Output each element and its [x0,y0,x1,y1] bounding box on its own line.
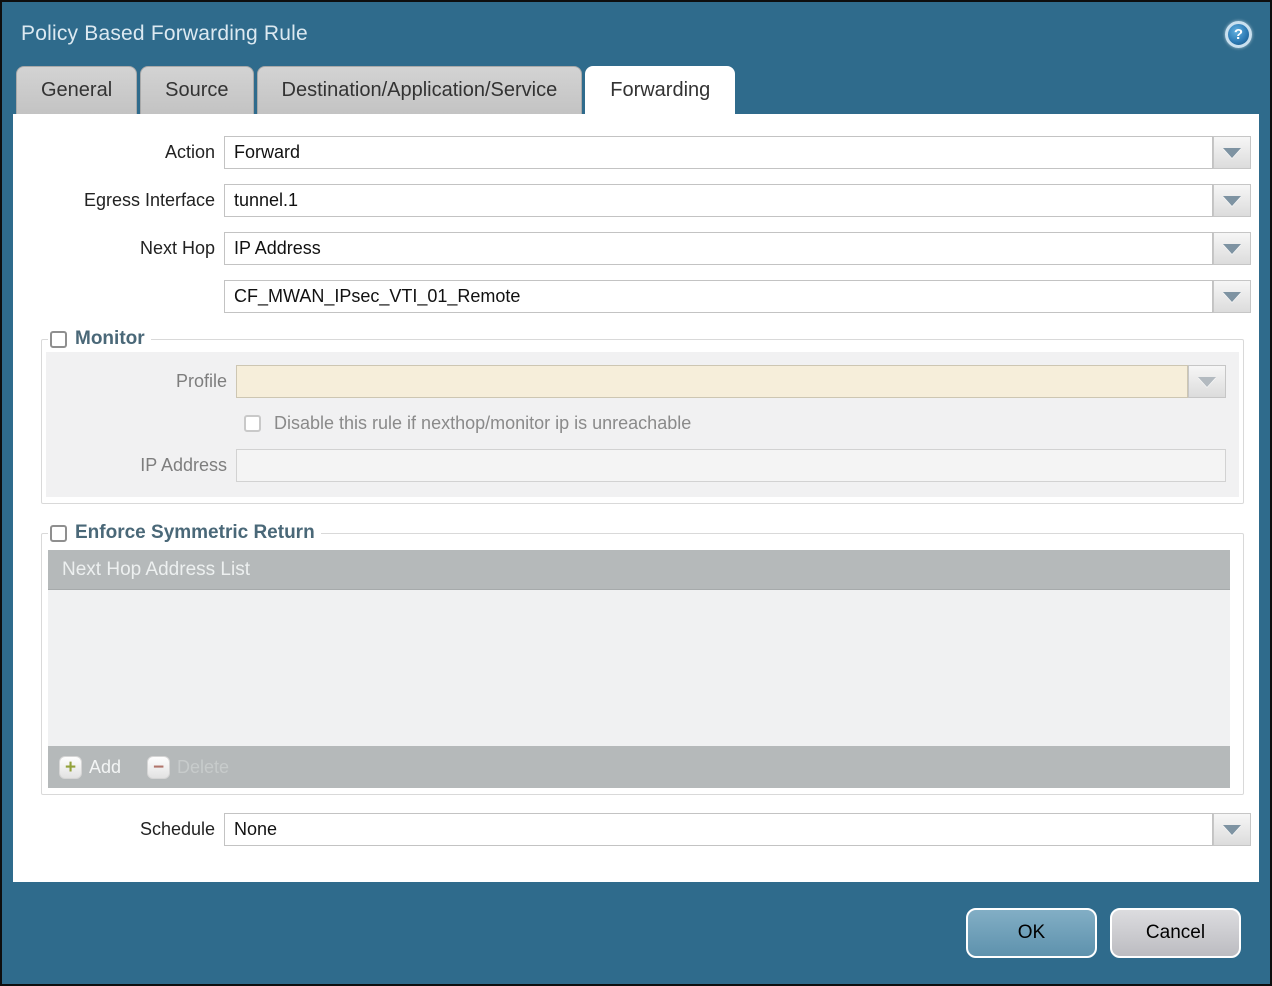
egress-interface-dropdown-button[interactable] [1213,184,1251,217]
action-dropdown-button[interactable] [1213,136,1251,169]
enforce-symmetric-return-legend-label: Enforce Symmetric Return [75,522,315,544]
disable-rule-row: Disable this rule if nexthop/monitor ip … [244,413,1239,434]
delete-button-label: Delete [177,757,229,778]
add-button[interactable]: + Add [59,756,121,779]
cancel-button[interactable]: Cancel [1110,908,1241,958]
tab-bar: General Source Destination/Application/S… [2,66,1270,114]
schedule-label: Schedule [13,819,224,840]
chevron-down-icon [1223,196,1241,206]
monitor-ip-address-label: IP Address [46,455,236,476]
dialog-title: Policy Based Forwarding Rule [21,22,308,46]
monitor-checkbox[interactable] [50,331,67,348]
forwarding-tab-panel: Action Forward Egress Interface tunnel.1… [13,114,1259,882]
egress-interface-row: Egress Interface tunnel.1 [13,184,1251,217]
tab-label: General [41,79,112,102]
schedule-row: Schedule None [13,813,1251,846]
tab-label: Source [165,79,228,102]
add-button-label: Add [89,757,121,778]
next-hop-label: Next Hop [13,238,224,259]
enforce-symmetric-return-checkbox[interactable] [50,525,67,542]
monitor-ip-address-input [236,449,1226,482]
action-row: Action Forward [13,136,1251,169]
next-hop-address-row: CF_MWAN_IPsec_VTI_01_Remote [13,280,1251,313]
schedule-dropdown-button[interactable] [1213,813,1251,846]
table-header: Next Hop Address List [48,550,1230,590]
next-hop-address-list-table: Next Hop Address List + Add − Delete [48,550,1230,788]
tab-forwarding[interactable]: Forwarding [585,66,735,114]
help-icon[interactable]: ? [1225,21,1252,48]
ok-button[interactable]: OK [966,908,1097,958]
chevron-down-icon [1198,377,1216,387]
egress-interface-label: Egress Interface [13,190,224,211]
tab-source[interactable]: Source [140,66,253,114]
next-hop-row: Next Hop IP Address [13,232,1251,265]
monitor-fieldset: Monitor Profile Disable this rule if nex… [41,328,1244,504]
chevron-down-icon [1223,292,1241,302]
next-hop-address-select[interactable]: CF_MWAN_IPsec_VTI_01_Remote [224,280,1213,313]
policy-based-forwarding-rule-dialog: Policy Based Forwarding Rule ? General S… [0,0,1272,986]
table-body-empty[interactable] [48,590,1230,746]
profile-label: Profile [46,371,236,392]
tab-general[interactable]: General [16,66,137,114]
chevron-down-icon [1223,148,1241,158]
next-hop-address-dropdown-button[interactable] [1213,280,1251,313]
profile-row: Profile [46,365,1239,398]
next-hop-select[interactable]: IP Address [224,232,1213,265]
next-hop-dropdown-button[interactable] [1213,232,1251,265]
egress-interface-select[interactable]: tunnel.1 [224,184,1213,217]
tab-destination-application-service[interactable]: Destination/Application/Service [257,66,583,114]
monitor-panel: Profile Disable this rule if nexthop/mon… [46,352,1239,497]
monitor-ip-address-row: IP Address [46,449,1239,482]
schedule-select[interactable]: None [224,813,1213,846]
minus-icon: − [147,756,170,779]
dialog-footer: OK Cancel [2,908,1241,958]
tab-label: Destination/Application/Service [282,79,558,102]
titlebar: Policy Based Forwarding Rule ? [2,2,1270,66]
chevron-down-icon [1223,244,1241,254]
monitor-legend-label: Monitor [75,328,145,350]
help-icon-glyph: ? [1234,26,1243,43]
chevron-down-icon [1223,825,1241,835]
monitor-legend: Monitor [48,328,151,350]
action-label: Action [13,142,224,163]
delete-button: − Delete [147,756,229,779]
table-toolbar: + Add − Delete [48,746,1230,788]
enforce-symmetric-return-fieldset: Enforce Symmetric Return Next Hop Addres… [41,522,1244,795]
disable-rule-label: Disable this rule if nexthop/monitor ip … [274,413,691,434]
disable-rule-checkbox [244,415,261,432]
profile-select[interactable] [236,365,1188,398]
profile-dropdown-button [1188,365,1226,398]
plus-icon: + [59,756,82,779]
action-select[interactable]: Forward [224,136,1213,169]
tab-label: Forwarding [610,79,710,102]
enforce-symmetric-return-legend: Enforce Symmetric Return [48,522,321,544]
table-header-label: Next Hop Address List [62,559,250,581]
